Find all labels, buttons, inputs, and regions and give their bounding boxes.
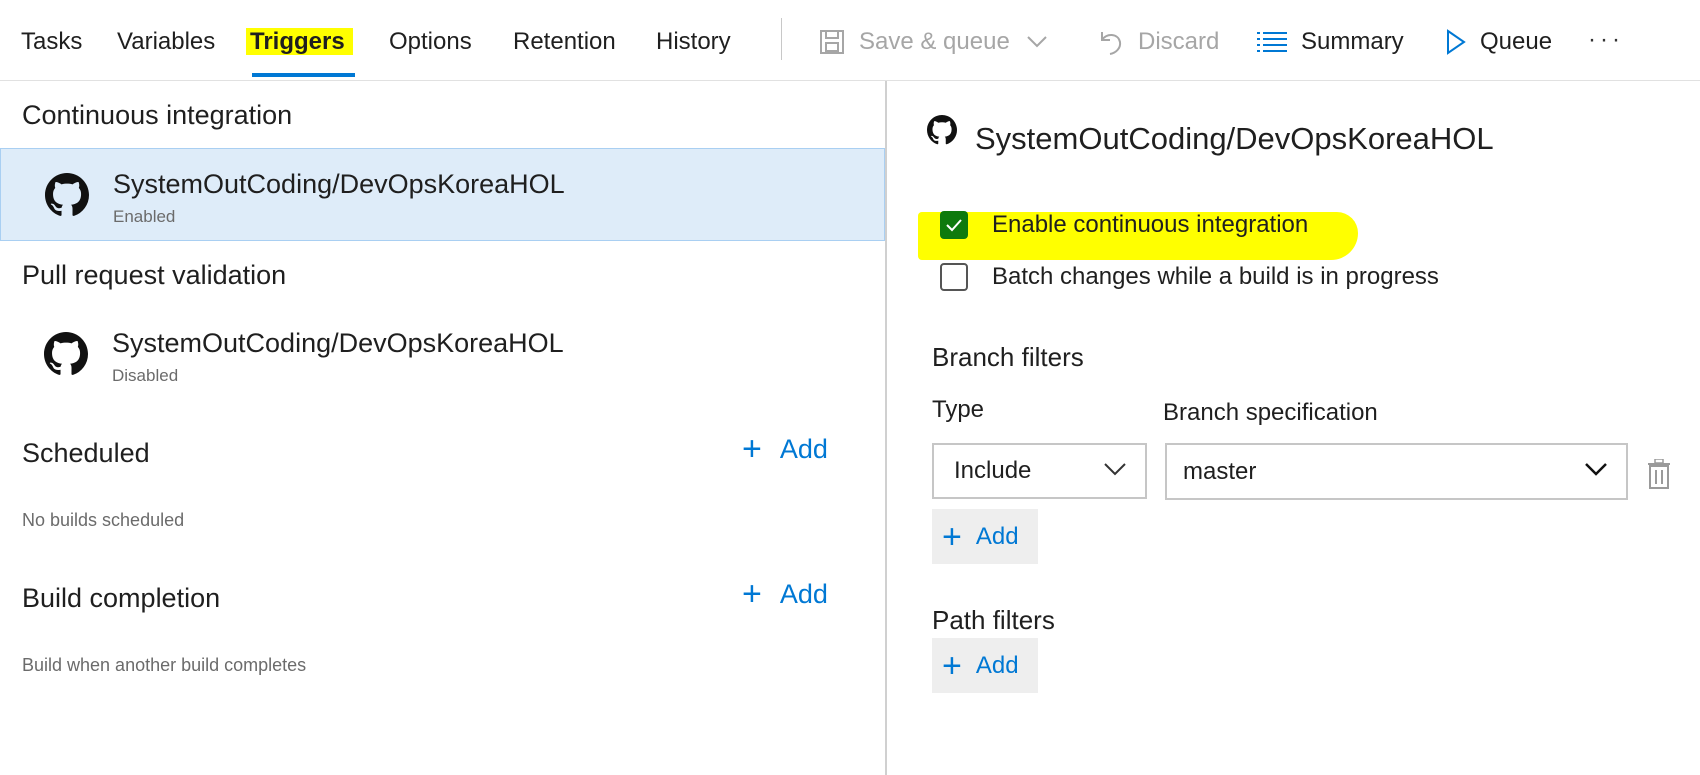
add-build-completion-label: Add: [779, 578, 828, 609]
pr-repo-row[interactable]: SystemOutCoding/DevOpsKoreaHOL Disabled: [0, 308, 885, 401]
chevron-down-icon: [1104, 463, 1126, 476]
more-options-button[interactable]: ···: [1588, 22, 1624, 62]
trigger-details-pane: SystemOutCoding/DevOpsKoreaHOL Enable co…: [887, 81, 1700, 775]
enable-ci-checkbox[interactable]: [940, 211, 968, 239]
tab-options[interactable]: Options: [389, 22, 472, 62]
detail-title: SystemOutCoding/DevOpsKoreaHOL: [927, 115, 1494, 157]
branch-spec-value: master: [1183, 457, 1257, 485]
github-icon: [44, 332, 88, 375]
tab-retention-label: Retention: [513, 28, 616, 55]
save-icon: [820, 30, 844, 54]
pr-repo-status: Disabled: [112, 366, 179, 385]
trash-icon[interactable]: [1647, 459, 1671, 489]
tab-history-label: History: [656, 28, 731, 55]
undo-icon: [1101, 32, 1122, 55]
discard-label: Discard: [1138, 28, 1220, 55]
batch-changes-label: Batch changes while a build is in progre…: [992, 263, 1439, 290]
chevron-down-icon: [1027, 36, 1047, 48]
queue-button[interactable]: Queue: [1446, 22, 1552, 62]
path-filters-heading: Path filters: [932, 605, 1055, 635]
build-completion-hint: Build when another build completes: [22, 655, 307, 675]
plus-icon: +: [942, 517, 962, 556]
more-options-label: ···: [1588, 26, 1624, 53]
toolbar-separator: [781, 18, 782, 60]
pr-section-title: Pull request validation: [22, 260, 287, 290]
add-path-filter-label: Add: [975, 651, 1019, 679]
tab-retention[interactable]: Retention: [513, 22, 616, 62]
tab-tasks-label: Tasks: [21, 28, 83, 55]
tab-history[interactable]: History: [656, 22, 731, 62]
queue-label: Queue: [1480, 28, 1553, 55]
github-icon: [45, 173, 89, 216]
type-select[interactable]: Include: [932, 443, 1147, 499]
tab-variables[interactable]: Variables: [117, 22, 215, 62]
branch-spec-label: Branch specification: [1163, 399, 1378, 426]
summary-button[interactable]: Summary: [1257, 22, 1404, 62]
save-queue-button[interactable]: Save & queue: [819, 22, 1062, 62]
save-queue-label: Save & queue: [859, 28, 1010, 55]
github-icon: [927, 115, 957, 145]
plus-icon: +: [742, 430, 762, 468]
check-icon: [946, 219, 962, 232]
detail-repo-name: SystemOutCoding/DevOpsKoreaHOL: [975, 121, 1494, 156]
ci-repo-status: Enabled: [113, 207, 176, 226]
add-branch-filter-label: Add: [975, 522, 1019, 550]
chevron-down-icon: [1585, 463, 1607, 476]
list-icon: [1257, 32, 1287, 52]
enable-ci-row[interactable]: Enable continuous integration: [940, 211, 1308, 239]
branch-spec-select[interactable]: master: [1165, 443, 1628, 500]
ci-repo-row[interactable]: SystemOutCoding/DevOpsKoreaHOL Enabled: [0, 148, 885, 241]
tab-tasks[interactable]: Tasks: [21, 22, 82, 62]
add-path-filter-button[interactable]: + Add: [932, 638, 1038, 693]
type-label: Type: [932, 396, 985, 423]
plus-icon: +: [742, 575, 762, 613]
tab-variables-label: Variables: [117, 28, 216, 55]
ci-repo-name: SystemOutCoding/DevOpsKoreaHOL: [113, 169, 565, 199]
add-branch-filter-button[interactable]: + Add: [932, 509, 1038, 564]
enable-ci-label: Enable continuous integration: [992, 211, 1309, 238]
pr-repo-name: SystemOutCoding/DevOpsKoreaHOL: [112, 328, 564, 358]
triggers-list-pane: Continuous integration SystemOutCoding/D…: [0, 81, 885, 775]
tab-triggers[interactable]: Triggers: [246, 22, 353, 62]
plus-icon: +: [942, 646, 962, 685]
discard-button[interactable]: Discard: [1098, 22, 1219, 62]
play-icon: [1447, 29, 1466, 55]
type-select-value: Include: [954, 457, 1032, 484]
build-completion-section-title: Build completion: [22, 583, 221, 613]
active-tab-indicator: [252, 73, 355, 77]
add-schedule-button[interactable]: + Add: [742, 432, 828, 466]
add-schedule-label: Add: [779, 433, 828, 464]
scheduled-section-title: Scheduled: [22, 438, 150, 468]
batch-changes-checkbox[interactable]: [940, 263, 968, 291]
branch-filters-heading: Branch filters: [932, 342, 1084, 372]
top-toolbar: Tasks Variables Triggers Options Retenti…: [0, 0, 1700, 81]
summary-label: Summary: [1301, 28, 1404, 55]
add-build-completion-button[interactable]: + Add: [742, 577, 828, 611]
ci-section-title: Continuous integration: [22, 100, 293, 130]
tab-triggers-label: Triggers: [246, 28, 353, 55]
tab-options-label: Options: [389, 28, 472, 55]
batch-changes-row[interactable]: Batch changes while a build is in progre…: [940, 263, 1439, 291]
scheduled-hint: No builds scheduled: [22, 510, 185, 530]
